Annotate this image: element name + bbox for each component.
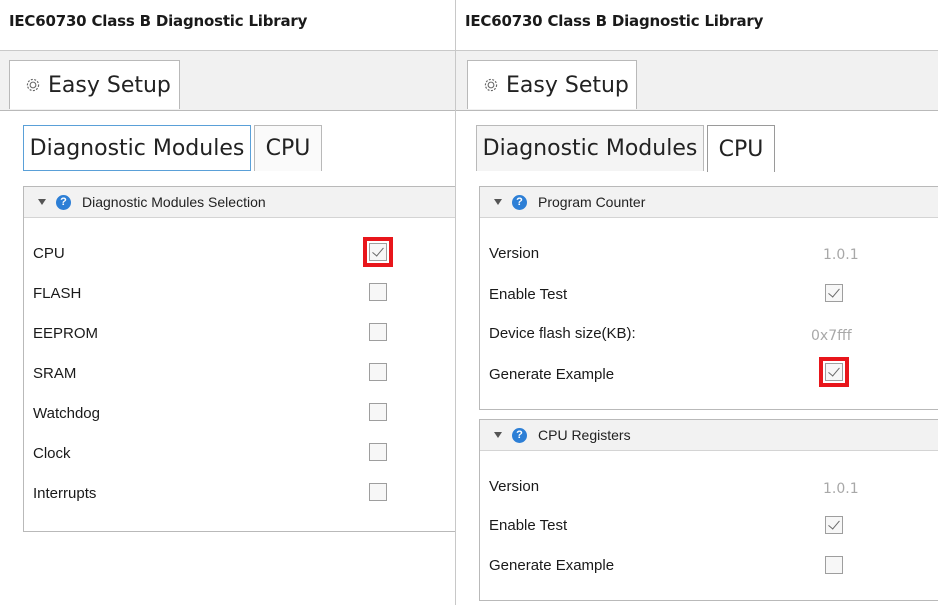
easy-setup-label: Easy Setup [48, 72, 171, 98]
module-checkbox-eeprom[interactable] [369, 323, 387, 341]
module-label-eeprom: EEPROM [33, 325, 99, 342]
module-checkbox-clock[interactable] [369, 443, 387, 461]
module-checkbox-watchdog[interactable] [369, 403, 387, 421]
generate-example-checkbox[interactable] [825, 363, 843, 381]
checkmark-icon [828, 364, 840, 377]
version-label: Version [489, 478, 540, 495]
easy-setup-label: Easy Setup [506, 72, 629, 98]
section-header[interactable]: ? Diagnostic Modules Selection [24, 187, 455, 218]
program-counter-section: ? Program Counter Version 1.0.1 Enable T… [479, 186, 938, 410]
help-icon[interactable]: ? [512, 194, 527, 210]
app-title: IEC60730 Class B Diagnostic Library [465, 12, 764, 30]
gear-icon [484, 78, 498, 92]
section-header[interactable]: ? CPU Registers [480, 420, 938, 451]
easy-setup-tab[interactable]: Easy Setup [9, 60, 180, 109]
checkmark-icon [828, 517, 840, 530]
collapse-triangle-icon[interactable] [494, 199, 502, 205]
module-label-interrupts: Interrupts [33, 485, 97, 502]
section-header[interactable]: ? Program Counter [480, 187, 938, 218]
enable-test-checkbox[interactable] [825, 516, 843, 534]
easy-setup-tab[interactable]: Easy Setup [467, 60, 637, 109]
enable-test-label: Enable Test [489, 517, 568, 534]
collapse-triangle-icon[interactable] [38, 199, 46, 205]
version-label: Version [489, 245, 540, 262]
version-value: 1.0.1 [823, 481, 859, 497]
generate-example-checkbox[interactable] [825, 556, 843, 574]
right-pane: IEC60730 Class B Diagnostic Library Easy… [456, 0, 938, 605]
module-label-watchdog: Watchdog [33, 405, 100, 422]
version-value: 1.0.1 [823, 247, 859, 263]
module-label-flash: FLASH [33, 285, 82, 302]
app-title: IEC60730 Class B Diagnostic Library [9, 12, 308, 30]
section-title: Program Counter [538, 194, 646, 210]
tab-cpu[interactable]: CPU [254, 125, 322, 171]
flash-size-label: Device flash size(KB): [489, 325, 636, 342]
help-icon[interactable]: ? [56, 194, 71, 210]
cpu-registers-section: ? CPU Registers Version 1.0.1 Enable Tes… [479, 419, 938, 601]
section-title: CPU Registers [538, 427, 631, 443]
tab-cpu[interactable]: CPU [707, 125, 775, 172]
module-checkbox-flash[interactable] [369, 283, 387, 301]
diagnostic-modules-section: ? Diagnostic Modules Selection CPU FLASH E… [23, 186, 455, 532]
tab-diagnostic-modules[interactable]: Diagnostic Modules [476, 125, 704, 171]
module-label-cpu: CPU [33, 245, 65, 262]
section-title: Diagnostic Modules Selection [82, 194, 266, 210]
module-checkbox-cpu[interactable] [369, 243, 387, 261]
generate-example-label: Generate Example [489, 557, 615, 574]
enable-test-checkbox[interactable] [825, 284, 843, 302]
module-checkbox-sram[interactable] [369, 363, 387, 381]
checkmark-icon [828, 285, 840, 298]
collapse-triangle-icon[interactable] [494, 432, 502, 438]
module-label-clock: Clock [33, 445, 71, 462]
left-pane: IEC60730 Class B Diagnostic Library Easy… [0, 0, 455, 605]
checkmark-icon [372, 244, 384, 257]
flash-size-value: 0x7fff [811, 328, 852, 344]
generate-example-label: Generate Example [489, 366, 615, 383]
help-icon[interactable]: ? [512, 427, 527, 443]
module-checkbox-interrupts[interactable] [369, 483, 387, 501]
module-label-sram: SRAM [33, 365, 77, 382]
enable-test-label: Enable Test [489, 286, 568, 303]
tab-diagnostic-modules[interactable]: Diagnostic Modules [23, 125, 251, 171]
gear-icon [26, 78, 40, 92]
